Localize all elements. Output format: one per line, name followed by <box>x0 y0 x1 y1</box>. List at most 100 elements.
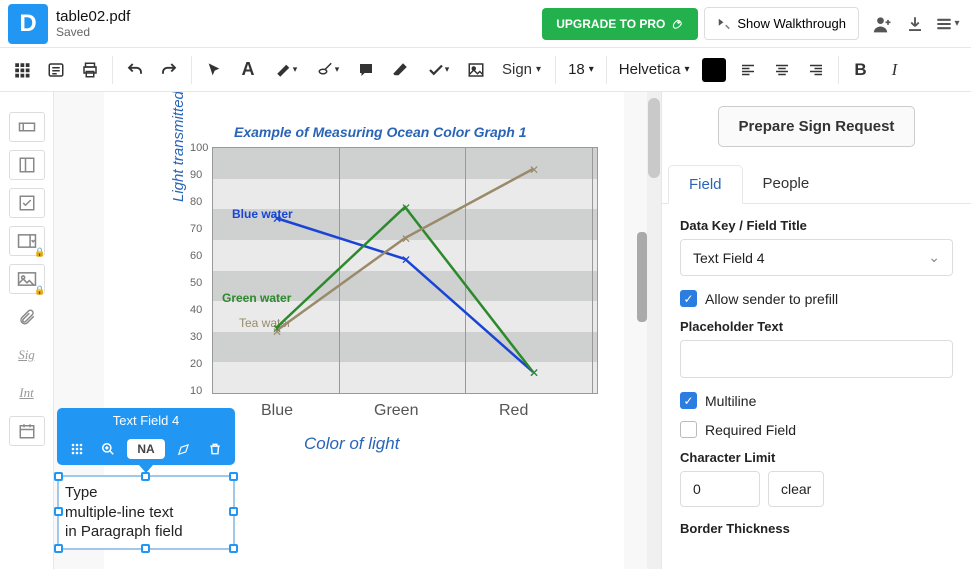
color-picker[interactable] <box>698 54 730 86</box>
field-settings-icon[interactable] <box>172 437 196 461</box>
zoom-field-icon[interactable] <box>96 437 120 461</box>
required-checkbox[interactable] <box>680 421 697 438</box>
print-icon[interactable] <box>74 54 106 86</box>
panel-body: Data Key / Field Title Text Field 4 ⌄ ✓ … <box>662 204 971 556</box>
rail-text-field-icon[interactable] <box>9 112 45 142</box>
redo-icon[interactable] <box>153 54 185 86</box>
chart-ytick: 50 <box>190 277 202 289</box>
add-user-icon[interactable] <box>867 8 899 40</box>
align-right-icon[interactable] <box>800 54 832 86</box>
allow-prefill-checkbox[interactable]: ✓ <box>680 290 697 307</box>
editor-toolbar: A ▾ ▾ ▾ Sign▾ 18▾ Helvetica▾ B I <box>0 48 971 92</box>
scrollbar-thumb[interactable] <box>648 98 660 178</box>
chart-ytick: 60 <box>190 250 202 262</box>
text-tool-icon[interactable]: A <box>232 54 264 86</box>
delete-field-icon[interactable] <box>203 437 227 461</box>
panel-tabs: Field People <box>662 165 971 204</box>
menu-icon[interactable]: ▾ <box>931 8 963 40</box>
font-size-dropdown[interactable]: 18▾ <box>562 61 600 78</box>
grid-view-icon[interactable] <box>6 54 38 86</box>
resize-handle[interactable] <box>54 544 63 553</box>
field-overlay-toolbar: NA <box>57 433 235 465</box>
highlight-tool-icon[interactable]: ▾ <box>266 54 306 86</box>
field-sample-line: Type <box>65 484 98 501</box>
font-family-dropdown[interactable]: Helvetica▾ <box>613 61 696 78</box>
undo-icon[interactable] <box>119 54 151 86</box>
eraser-tool-icon[interactable] <box>384 54 416 86</box>
doc-filename: table02.pdf <box>56 8 130 25</box>
resize-handle[interactable] <box>229 472 238 481</box>
resize-handle[interactable] <box>54 472 63 481</box>
field-sample-line: in Paragraph field <box>65 523 183 540</box>
panel-resize-handle[interactable] <box>637 232 647 322</box>
chart-x-axis-label: Color of light <box>304 434 399 454</box>
whiteout-tool-icon[interactable]: ▾ <box>308 54 348 86</box>
char-limit-input[interactable]: 0 <box>680 471 760 507</box>
lock-icon: 🔒 <box>34 247 45 258</box>
right-properties-panel: Prepare Sign Request Field People Data K… <box>661 92 971 569</box>
chart-ytick: 20 <box>190 358 202 370</box>
prepare-sign-request-button[interactable]: Prepare Sign Request <box>718 106 916 147</box>
rail-date-field-icon[interactable] <box>9 416 45 446</box>
rail-paragraph-field-icon[interactable] <box>9 150 45 180</box>
required-row[interactable]: Required Field <box>680 421 953 438</box>
rail-image-field-icon[interactable]: 🔒 <box>9 264 45 294</box>
sign-tool-dropdown[interactable]: Sign▾ <box>494 61 549 78</box>
chart-xtick: Green <box>374 402 418 420</box>
download-icon[interactable] <box>899 8 931 40</box>
rail-dropdown-field-icon[interactable]: 🔒 <box>9 226 45 256</box>
rail-attach-icon[interactable] <box>9 302 45 332</box>
text-field-widget[interactable]: Type multiple-line text in Paragraph fie… <box>57 475 235 550</box>
field-editor-overlay: Text Field 4 NA Type multiple-line text … <box>57 408 235 550</box>
drag-handle-icon[interactable] <box>65 437 89 461</box>
upgrade-pro-button[interactable]: UPGRADE TO PRO <box>542 8 698 40</box>
chart-ytick: 30 <box>190 331 202 343</box>
show-walkthrough-button[interactable]: Show Walkthrough <box>704 7 859 40</box>
multiline-checkbox[interactable]: ✓ <box>680 392 697 409</box>
check-tool-icon[interactable]: ▾ <box>418 54 458 86</box>
multiline-label: Multiline <box>705 393 756 409</box>
italic-icon[interactable]: I <box>879 54 911 86</box>
bold-icon[interactable]: B <box>845 54 877 86</box>
page-panel-icon[interactable] <box>40 54 72 86</box>
left-tool-rail: 🔒 🔒 Sig Int <box>0 92 54 569</box>
data-key-select[interactable]: Text Field 4 ⌄ <box>680 239 953 276</box>
vertical-scrollbar[interactable] <box>647 92 661 569</box>
app-logo-icon: D <box>8 4 48 44</box>
resize-handle[interactable] <box>229 507 238 516</box>
upgrade-pro-label: UPGRADE TO PRO <box>556 17 665 31</box>
select-cursor-icon[interactable] <box>198 54 230 86</box>
field-sample-line: multiple-line text <box>65 504 173 521</box>
resize-handle[interactable] <box>141 544 150 553</box>
allow-prefill-row[interactable]: ✓ Allow sender to prefill <box>680 290 953 307</box>
svg-text:✕: ✕ <box>272 212 282 226</box>
resize-handle[interactable] <box>54 507 63 516</box>
chart-ytick: 40 <box>190 304 202 316</box>
rail-initials-icon[interactable]: Int <box>9 378 45 408</box>
svg-text:✕: ✕ <box>529 366 539 380</box>
chart-y-axis-label: Light transmitted (%) <box>170 92 187 202</box>
chart-ytick: 100 <box>190 142 208 154</box>
comment-tool-icon[interactable] <box>350 54 382 86</box>
resize-handle[interactable] <box>141 472 150 481</box>
chart-xtick: Red <box>499 402 528 420</box>
chart-ytick: 10 <box>190 385 202 397</box>
tab-people[interactable]: People <box>743 165 830 203</box>
main-area: 🔒 🔒 Sig Int Example of Measuring Ocean C… <box>0 92 971 569</box>
tab-field[interactable]: Field <box>668 165 743 204</box>
required-label: Required Field <box>705 422 796 438</box>
field-assignee-badge[interactable]: NA <box>127 439 164 459</box>
doc-title-block: table02.pdf Saved <box>56 8 130 39</box>
document-canvas[interactable]: Example of Measuring Ocean Color Graph 1… <box>54 92 661 569</box>
rail-checkbox-field-icon[interactable] <box>9 188 45 218</box>
multiline-row[interactable]: ✓ Multiline <box>680 392 953 409</box>
chart-ytick: 70 <box>190 223 202 235</box>
char-limit-clear-button[interactable]: clear <box>768 471 824 507</box>
align-center-icon[interactable] <box>766 54 798 86</box>
placeholder-text-input[interactable] <box>680 340 953 378</box>
resize-handle[interactable] <box>229 544 238 553</box>
rail-signature-icon[interactable]: Sig <box>9 340 45 370</box>
image-tool-icon[interactable] <box>460 54 492 86</box>
border-thickness-label: Border Thickness <box>680 521 953 536</box>
align-left-icon[interactable] <box>732 54 764 86</box>
